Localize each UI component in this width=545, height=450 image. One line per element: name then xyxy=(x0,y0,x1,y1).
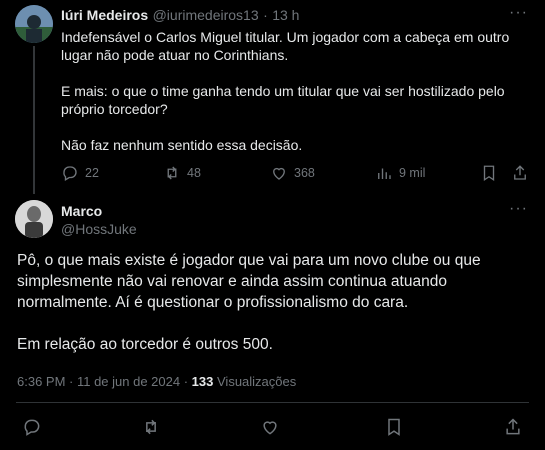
main-bookmark-action[interactable] xyxy=(384,417,404,437)
bookmark-icon xyxy=(483,165,495,182)
main-repost-action[interactable] xyxy=(141,417,161,437)
main-text: Pô, o que mais existe é jogador que vai … xyxy=(17,250,517,355)
parent-more-icon[interactable]: ··· xyxy=(509,4,528,22)
main-reply-action[interactable] xyxy=(22,417,42,437)
parent-avatar[interactable] xyxy=(15,5,53,43)
parent-reply-action[interactable]: 22 xyxy=(61,164,99,182)
thread-line xyxy=(33,46,35,194)
bookmark-icon xyxy=(388,418,400,436)
main-share-action[interactable] xyxy=(503,417,523,437)
share-icon xyxy=(506,418,520,435)
main-handle[interactable]: @HossJuke xyxy=(61,221,137,237)
like-icon xyxy=(273,167,285,180)
main-avatar-image xyxy=(15,200,53,238)
parent-paragraph: Indefensável o Carlos Miguel titular. Um… xyxy=(61,29,510,63)
parent-views-action[interactable]: 9 mil xyxy=(375,164,425,182)
main-paragraph: Pô, o que mais existe é jogador que vai … xyxy=(17,252,481,311)
parent-avatar-image xyxy=(15,5,53,43)
main-avatar[interactable] xyxy=(15,200,53,238)
main-author-name[interactable]: Marco xyxy=(61,203,102,219)
views-icon xyxy=(378,168,391,179)
parent-handle[interactable]: @iurimedeiros13 xyxy=(153,7,259,23)
parent-time[interactable]: 13 h xyxy=(272,7,299,23)
parent-share-action[interactable] xyxy=(511,164,529,182)
main-like-action[interactable] xyxy=(260,417,280,437)
main-views-label: Visualizações xyxy=(217,374,297,389)
repost-icon xyxy=(167,166,177,180)
parent-text: Indefensável o Carlos Miguel titular. Um… xyxy=(61,28,529,154)
reply-icon xyxy=(63,166,77,181)
parent-paragraph: Não faz nenhum sentido essa decisão. xyxy=(61,137,303,153)
parent-paragraph: E mais: o que o time ganha tendo um titu… xyxy=(61,83,505,117)
parent-repost-action[interactable]: 48 xyxy=(163,164,201,182)
parent-bookmark-action[interactable] xyxy=(480,164,498,182)
share-icon xyxy=(514,165,526,180)
parent-reply-count: 22 xyxy=(85,166,99,180)
main-timestamp[interactable]: 6:36 PM · 11 de jun de 2024 · xyxy=(17,374,188,389)
main-more-icon[interactable]: ··· xyxy=(509,200,528,218)
parent-like-count: 368 xyxy=(294,166,315,180)
main-meta-row: 6:36 PM · 11 de jun de 2024 · 133 Visual… xyxy=(17,374,296,389)
reply-icon xyxy=(24,419,40,436)
parent-author-name[interactable]: Iúri Medeiros xyxy=(61,7,148,23)
divider xyxy=(16,402,529,403)
parent-repost-count: 48 xyxy=(187,166,201,180)
parent-like-action[interactable]: 368 xyxy=(270,164,315,182)
main-paragraph: Em relação ao torcedor é outros 500. xyxy=(17,336,273,353)
like-icon xyxy=(263,421,277,435)
repost-icon xyxy=(146,419,156,435)
parent-views-count: 9 mil xyxy=(399,166,426,180)
parent-separator: · xyxy=(263,7,268,23)
main-views-count: 133 xyxy=(191,374,214,389)
parent-header: Iúri Medeiros @iurimedeiros13 · 13 h xyxy=(61,7,299,25)
